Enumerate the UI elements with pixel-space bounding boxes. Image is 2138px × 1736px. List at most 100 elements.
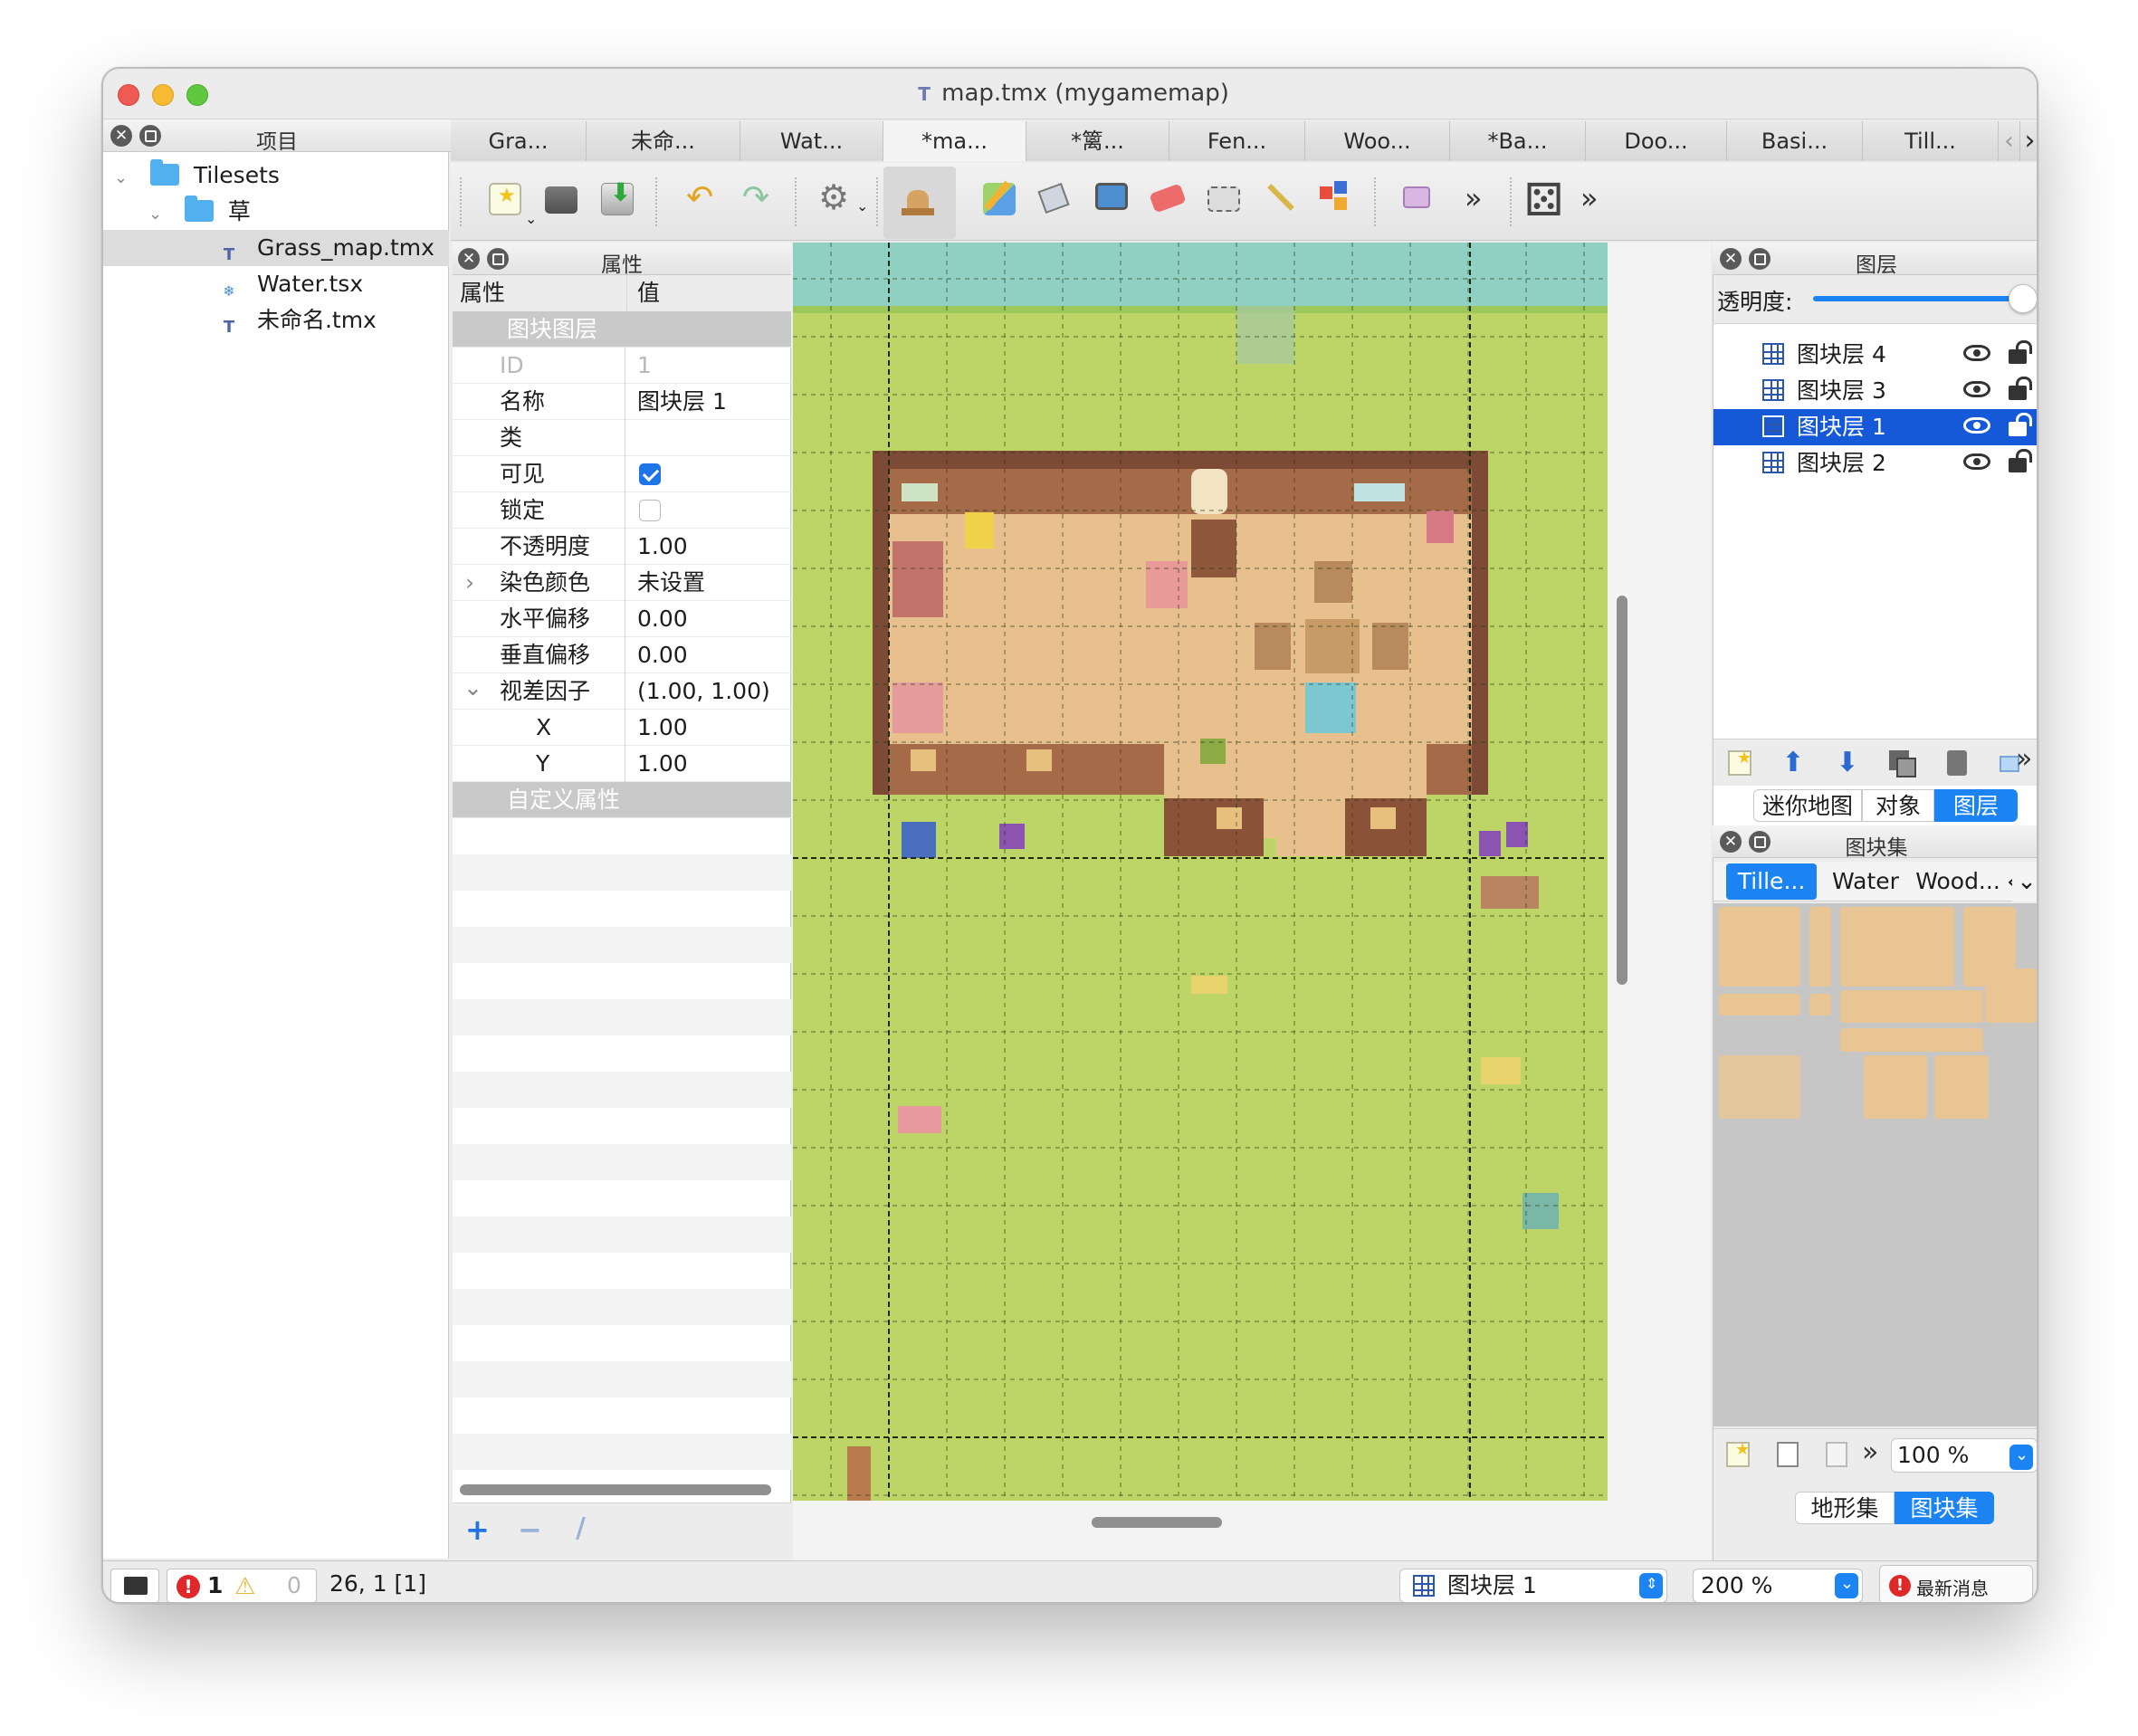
layer-row-selected[interactable]: 图块层 1: [1713, 409, 2037, 445]
doc-tab[interactable]: Woo...: [1305, 121, 1450, 161]
map-canvas[interactable]: [793, 243, 1608, 1501]
bucket-fill-icon[interactable]: [1028, 174, 1081, 226]
locked-checkbox[interactable]: [639, 500, 661, 521]
open-icon[interactable]: [534, 174, 587, 226]
lower-layer-icon[interactable]: ⬇: [1831, 747, 1864, 779]
stamp-brush-icon[interactable]: [883, 167, 956, 239]
tileset-tile[interactable]: [1809, 994, 1831, 1016]
import-tileset-icon[interactable]: [1771, 1438, 1804, 1471]
properties-h-scrollbar[interactable]: [460, 1484, 771, 1495]
property-value[interactable]: (1.00, 1.00): [637, 673, 770, 710]
doc-tab[interactable]: Wat...: [740, 121, 883, 161]
property-value[interactable]: 图块层 1: [637, 384, 727, 420]
issues-button[interactable]: ! 1 ⚠ 0: [167, 1569, 317, 1602]
map-h-scrollbar[interactable]: [1092, 1517, 1222, 1528]
chevron-down-icon[interactable]: ⌄: [114, 160, 132, 196]
lock-icon[interactable]: [2009, 377, 2032, 400]
map-view[interactable]: [793, 243, 1711, 1560]
eraser-icon[interactable]: [1141, 174, 1193, 226]
chevron-down-icon[interactable]: ⌄: [463, 670, 482, 706]
layer-row[interactable]: 图块层 3: [1713, 373, 2037, 409]
eye-icon[interactable]: [1963, 345, 1990, 361]
shape-fill-icon[interactable]: [1084, 174, 1137, 226]
tileset-tile[interactable]: [1840, 1028, 1983, 1052]
map-v-scrollbar[interactable]: [1617, 596, 1627, 985]
news-button[interactable]: ! 最新消息: [1879, 1565, 2033, 1602]
property-row-opacity[interactable]: 不透明度 1.00: [453, 529, 791, 565]
property-row-visible[interactable]: 可见: [453, 456, 791, 492]
property-value[interactable]: 未设置: [637, 565, 705, 601]
tileset-tile[interactable]: [1719, 994, 1800, 1016]
random-mode-icon[interactable]: ⚄: [1519, 174, 1571, 226]
property-row-id[interactable]: ID 1: [453, 348, 791, 384]
property-group-tile-layer[interactable]: 图块图层: [453, 311, 791, 348]
delete-layer-icon[interactable]: [1940, 747, 1972, 779]
doc-tab[interactable]: *Ba...: [1450, 121, 1586, 161]
doc-tab[interactable]: Doo...: [1586, 121, 1727, 161]
property-row-offset-y[interactable]: 垂直偏移 0.00: [453, 637, 791, 673]
undo-icon[interactable]: ↶: [675, 174, 728, 226]
magic-wand-icon[interactable]: [1253, 174, 1305, 226]
tree-item-tilesets[interactable]: ⌄ Tilesets: [103, 157, 449, 194]
doc-tab[interactable]: *篱...: [1026, 121, 1169, 161]
tileset-view[interactable]: [1713, 903, 2037, 1426]
tileset-tile[interactable]: [1719, 1055, 1800, 1119]
property-value[interactable]: 0.00: [637, 601, 688, 637]
property-value[interactable]: 1.00: [637, 746, 688, 782]
more-icon-2[interactable]: »: [1568, 174, 1620, 226]
tab-terrain-sets[interactable]: 地形集: [1795, 1492, 1895, 1524]
tileset-tile[interactable]: [1985, 968, 2037, 1023]
property-row-parallax[interactable]: ⌄ 视差因子 (1.00, 1.00): [453, 673, 791, 710]
lock-icon[interactable]: [2009, 413, 2032, 436]
save-icon[interactable]: ⬇: [590, 174, 643, 226]
world-tool-icon[interactable]: [1392, 174, 1445, 226]
doc-tab[interactable]: Basi...: [1727, 121, 1863, 161]
property-row-class[interactable]: 类: [453, 420, 791, 456]
tree-item-grass-folder[interactable]: ⌄ 草: [103, 194, 449, 230]
property-row-offset-x[interactable]: 水平偏移 0.00: [453, 601, 791, 637]
doc-tab-active[interactable]: *ma...: [883, 121, 1026, 161]
duplicate-layer-icon[interactable]: [1885, 747, 1918, 779]
property-value[interactable]: 1.00: [637, 529, 688, 565]
property-value[interactable]: 0.00: [637, 637, 688, 673]
chevron-down-icon[interactable]: ⌄: [2012, 862, 2037, 901]
property-row-locked[interactable]: 锁定: [453, 492, 791, 529]
console-button[interactable]: [110, 1569, 159, 1602]
remove-property-button[interactable]: −: [518, 1512, 542, 1547]
redo-icon[interactable]: ↷: [731, 174, 784, 226]
opacity-slider-track[interactable]: [1813, 296, 2012, 301]
tileset-tile[interactable]: [1809, 907, 1831, 987]
add-property-button[interactable]: +: [465, 1512, 490, 1547]
chevron-down-icon[interactable]: ⌄: [148, 196, 167, 233]
command-gear-icon[interactable]: ⚙ ⌄: [811, 174, 868, 226]
doc-tab[interactable]: 未命...: [587, 121, 740, 161]
layer-row[interactable]: 图块层 2: [1713, 445, 2037, 482]
terrain-brush-icon[interactable]: [972, 174, 1025, 226]
tileset-tab-active[interactable]: Tille...: [1726, 863, 1817, 900]
rename-property-button[interactable]: /: [576, 1512, 586, 1544]
property-group-custom[interactable]: 自定义属性: [453, 782, 791, 818]
property-row-parallax-y[interactable]: Y 1.00: [453, 746, 791, 782]
doc-tab[interactable]: Fen...: [1169, 121, 1305, 161]
rect-select-icon[interactable]: [1197, 174, 1249, 226]
tileset-tile[interactable]: [1840, 990, 1983, 1023]
eye-icon[interactable]: [1963, 381, 1990, 397]
property-row-name[interactable]: 名称 图块层 1: [453, 384, 791, 420]
property-row-parallax-x[interactable]: X 1.00: [453, 710, 791, 746]
tab-layers[interactable]: 图层: [1934, 789, 2018, 822]
eye-icon[interactable]: [1963, 417, 1990, 434]
layer-row[interactable]: 图块层 4: [1713, 337, 2037, 373]
more-icon[interactable]: »: [1862, 1436, 1878, 1468]
tileset-tab[interactable]: Wood...: [1909, 863, 2007, 900]
tab-minimap[interactable]: 迷你地图: [1753, 789, 1862, 822]
export-tileset-icon[interactable]: [1820, 1438, 1853, 1471]
tileset-zoom-select[interactable]: 100 % ⌄: [1891, 1438, 2037, 1473]
tileset-tile[interactable]: [1934, 1055, 1989, 1119]
visible-checkbox[interactable]: [639, 463, 661, 485]
eye-icon[interactable]: [1963, 453, 1990, 470]
select-same-tile-icon[interactable]: [1309, 174, 1361, 226]
more-icon[interactable]: »: [1452, 174, 1504, 226]
tab-objects[interactable]: 对象: [1862, 789, 1934, 822]
doc-tab[interactable]: Gra...: [451, 121, 587, 161]
opacity-slider-knob[interactable]: [2009, 284, 2037, 313]
